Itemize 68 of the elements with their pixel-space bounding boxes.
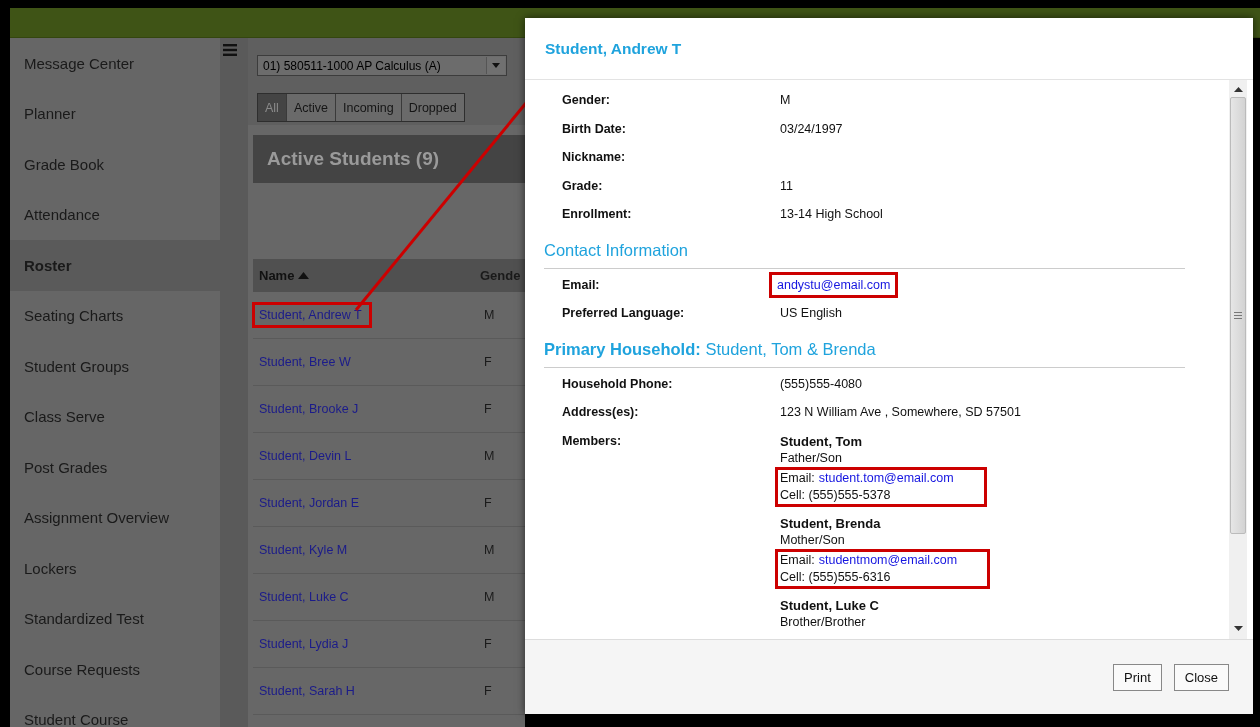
table-cell-text: M	[483, 449, 495, 463]
student-link[interactable]: Student, Kyle M	[255, 540, 352, 560]
section-heading: Primary Household: Student, Tom & Brenda	[544, 333, 1185, 368]
student-link[interactable]: Student, Luke C	[255, 587, 353, 607]
scroll-down-icon[interactable]	[1233, 626, 1243, 631]
field-label: Gender:	[561, 92, 611, 108]
filter-tab[interactable]: Active	[285, 94, 335, 121]
field-label: Members:	[561, 432, 623, 449]
close-button[interactable]: Close	[1173, 663, 1229, 691]
section-heading: Contact Information	[544, 234, 1185, 269]
field-label: Birth Date:	[561, 120, 627, 137]
student-link[interactable]: Student, Jordan E	[255, 493, 364, 513]
email-link[interactable]: andystu@email.com	[777, 277, 891, 292]
student-link[interactable]: Student, Lydia J	[255, 634, 353, 654]
dialog-title: Student, Andrew T	[525, 18, 1253, 80]
scroll-up-icon[interactable]	[1233, 87, 1243, 92]
sort-up-icon	[298, 272, 310, 279]
print-button[interactable]: Print	[1113, 663, 1162, 691]
column-header[interactable]: Name	[259, 268, 295, 283]
scrollbar[interactable]	[1229, 80, 1247, 639]
table-cell-text: M	[483, 308, 495, 322]
field-value: M	[780, 92, 791, 108]
field-label: Enrollment:	[561, 206, 633, 222]
email-label: Email:	[780, 469, 815, 487]
course-select[interactable]: 01) 580511-1000 AP Calculus (A)	[257, 55, 507, 76]
field-value: 03/24/1997	[780, 120, 843, 137]
member-name: Student, Tom	[780, 432, 864, 450]
table-cell-text: M	[483, 543, 495, 557]
table-cell-text: F	[483, 402, 492, 416]
email-label: Email:	[780, 551, 815, 569]
scroll-thumb[interactable]	[1230, 97, 1246, 534]
caret-icon	[492, 63, 500, 68]
field-value: 123 N William Ave , Somewhere, SD 57501	[780, 404, 1021, 420]
table-cell-text: F	[483, 496, 492, 510]
field-label: Email:	[561, 276, 601, 293]
member-relation: Father/Son	[780, 449, 843, 467]
filter-tab[interactable]: All	[258, 94, 286, 121]
student-link[interactable]: Student, Brooke J	[255, 399, 363, 419]
member-name: Student, Luke C	[780, 596, 880, 614]
cell-phone: Cell: (555)555-5378	[780, 486, 892, 504]
email-link[interactable]: studentmom@email.com	[818, 551, 958, 569]
field-label: Household Phone:	[561, 375, 674, 392]
member-relation: Mother/Son	[780, 531, 846, 549]
table-cell-text: F	[483, 355, 492, 369]
student-link[interactable]: Student, Andrew T	[252, 302, 372, 328]
table-cell-text: F	[483, 684, 492, 698]
field-label: Preferred Language:	[561, 305, 686, 321]
table-cell-text: M	[483, 590, 495, 604]
member-name: Student, Brenda	[780, 514, 882, 532]
member-relation: Brother/Brother	[780, 613, 867, 631]
field-value: US English	[780, 305, 842, 321]
menu-icon[interactable]	[223, 44, 237, 56]
student-link[interactable]: Student, Sarah H	[255, 681, 359, 701]
field-label: Address(es):	[561, 404, 640, 420]
email-link[interactable]: student.tom@email.com	[818, 469, 954, 487]
student-link[interactable]: Student, Devin L	[255, 446, 356, 466]
field-value: 11	[780, 177, 793, 194]
panel-title: Active Students (9)	[253, 135, 525, 183]
filter-tab[interactable]: Incoming	[334, 94, 401, 121]
field-label: Nickname:	[561, 149, 627, 165]
field-label: Grade:	[561, 177, 604, 194]
sidebar-item[interactable]: Roster	[10, 240, 220, 291]
student-link[interactable]: Student, Bree W	[255, 352, 355, 372]
field-value: 13-14 High School	[780, 206, 883, 222]
field-value: (555)555-4080	[780, 375, 862, 392]
table-cell-text: F	[483, 637, 492, 651]
filter-tab[interactable]: Dropped	[400, 94, 464, 121]
cell-phone: Cell: (555)555-6316	[780, 568, 892, 586]
